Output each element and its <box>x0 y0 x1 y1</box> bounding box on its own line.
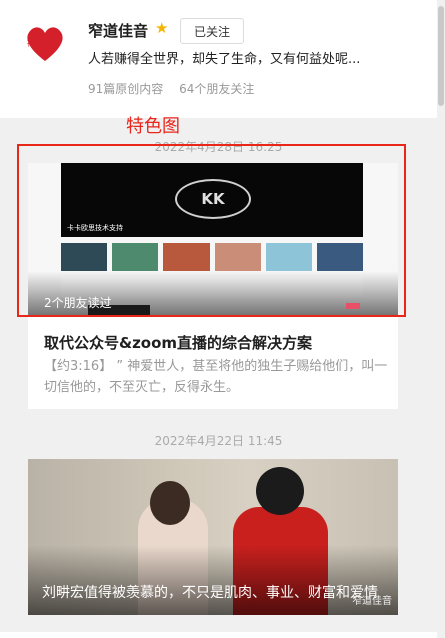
avatar[interactable]: 神爱世人 <box>18 16 72 70</box>
account-header: 神爱世人 窄道佳音 ★ 已关注 人若赚得全世界，却失了生命，又有何益处呢... … <box>0 0 445 118</box>
watermark: 窄道佳音 <box>352 596 392 607</box>
follow-button[interactable]: 已关注 <box>180 18 244 44</box>
annotation-label: 特色图 <box>126 116 180 137</box>
kk-logo-icon: KK <box>175 179 251 219</box>
article-thumbnail[interactable]: KK 卡卡欧思技术支持 2个朋友读过 <box>28 163 398 317</box>
article-card[interactable]: 刘畊宏值得被羡慕的，不只是肌肉、事业、财富和爱情 窄道佳音 <box>28 459 398 615</box>
friends-read-badge: 2个朋友读过 <box>44 296 112 310</box>
photo-head <box>150 481 190 525</box>
heart-logo-icon: 神爱世人 <box>27 27 63 61</box>
thumbnail-red-tag <box>346 303 360 309</box>
tile-image <box>112 243 159 271</box>
thumbnail-hero: KK 卡卡欧思技术支持 <box>61 163 363 237</box>
tile-image <box>316 243 364 271</box>
tile-image <box>214 243 261 271</box>
tile-image <box>163 243 210 271</box>
scroll-thumb[interactable] <box>438 6 444 106</box>
thumbnail-overlay <box>28 545 398 615</box>
star-icon[interactable]: ★ <box>155 19 168 37</box>
post-date: 2022年4月28日 16:25 <box>154 140 283 154</box>
bottom-edge <box>0 632 437 638</box>
avatar-text: 神爱世人 <box>27 38 59 48</box>
tile-image <box>265 243 312 271</box>
post-date: 2022年4月22日 11:45 <box>154 434 283 448</box>
photo-head <box>256 467 304 515</box>
thumbnail-caption: 卡卡欧思技术支持 <box>67 224 123 232</box>
article-title[interactable]: 刘畊宏值得被羡慕的，不只是肌肉、事业、财富和爱情 <box>42 583 387 603</box>
original-count[interactable]: 91篇原创内容 <box>88 82 163 96</box>
article-thumbnail[interactable]: 刘畊宏值得被羡慕的，不只是肌肉、事业、财富和爱情 窄道佳音 <box>28 459 398 615</box>
article-title[interactable]: 取代公众号&zoom直播的综合解决方案 <box>44 332 312 353</box>
account-stats: 91篇原创内容 64个朋友关注 <box>88 80 254 97</box>
article-card[interactable]: KK 卡卡欧思技术支持 2个朋友读过 取代公众号&zoom直播的综合解决方案 【… <box>28 163 398 409</box>
friends-following[interactable]: 64个朋友关注 <box>179 82 254 96</box>
thumbnail-tiles <box>61 243 364 271</box>
account-name[interactable]: 窄道佳音 <box>88 20 148 41</box>
account-description: 人若赚得全世界，却失了生命，又有何益处呢... <box>88 52 361 67</box>
scrollbar[interactable] <box>437 0 445 638</box>
tile-image <box>61 243 108 271</box>
article-excerpt: 【约3:16】 ” 神爱世人，甚至将他的独生子赐给他们，叫一切信他的，不至灭亡，… <box>44 359 388 395</box>
